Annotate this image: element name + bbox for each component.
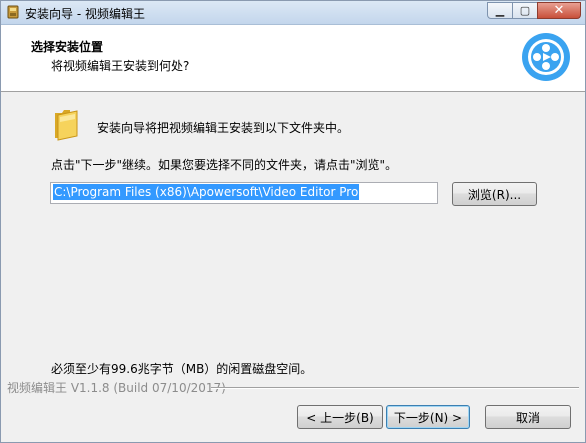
footer-divider <box>211 387 579 389</box>
version-label: 视频编辑王 V1.1.8 (Build 07/10/2017) <box>7 381 226 395</box>
video-editor-logo-icon <box>522 33 570 81</box>
disk-space-requirement: 必须至少有99.6兆字节（MB）的闲置磁盘空间。 <box>51 362 313 376</box>
cancel-button[interactable]: 取消 <box>485 405 571 429</box>
close-button[interactable]: ✕ <box>537 2 581 19</box>
install-path-value: C:\Program Files (x86)\Apowersoft\Video … <box>53 184 360 200</box>
back-button[interactable]: < 上一步(B) <box>297 405 383 429</box>
browse-button[interactable]: 浏览(R)... <box>452 182 537 206</box>
minimize-icon: ▁ <box>495 4 505 17</box>
wizard-header: 选择安装位置 将视频编辑王安装到何处? <box>1 25 585 92</box>
instruction-text: 点击"下一步"继续。如果您要选择不同的文件夹，请点击"浏览"。 <box>51 158 398 172</box>
installer-window: 安装向导 - 视频编辑王 ▁ ▢ ✕ 选择安装位置 将视频编辑王安装到何处? 安… <box>0 0 586 443</box>
maximize-icon: ▢ <box>519 4 531 17</box>
install-path-input[interactable]: C:\Program Files (x86)\Apowersoft\Video … <box>50 182 438 204</box>
minimize-button[interactable]: ▁ <box>487 2 513 19</box>
page-title: 选择安装位置 <box>31 40 104 54</box>
maximize-button[interactable]: ▢ <box>512 2 538 19</box>
window-controls: ▁ ▢ ✕ <box>487 2 581 19</box>
next-button[interactable]: 下一步(N) > <box>386 405 470 429</box>
installer-app-icon <box>7 5 19 19</box>
window-title: 安装向导 - 视频编辑王 <box>25 7 145 21</box>
title-bar[interactable]: 安装向导 - 视频编辑王 ▁ ▢ ✕ <box>1 1 585 25</box>
intro-text: 安装向导将把视频编辑王安装到以下文件夹中。 <box>97 121 350 135</box>
folder-icon <box>55 110 78 141</box>
page-subtitle: 将视频编辑王安装到何处? <box>51 59 190 73</box>
close-icon: ✕ <box>553 3 565 18</box>
